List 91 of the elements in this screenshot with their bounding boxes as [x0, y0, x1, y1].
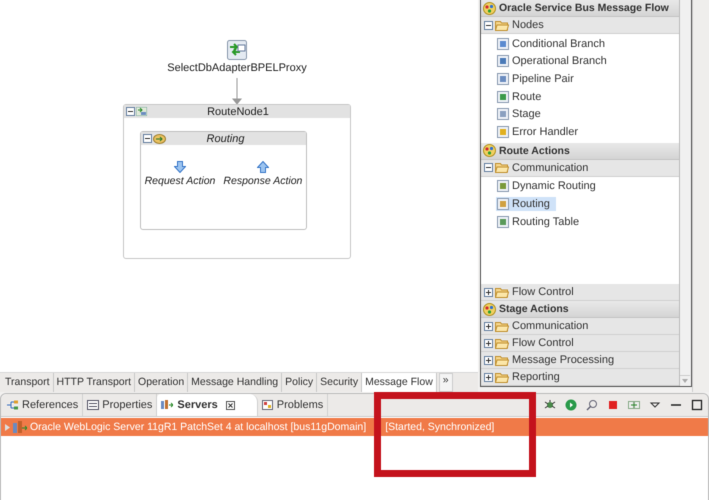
expand-icon — [484, 288, 493, 296]
folder-icon — [495, 338, 509, 348]
palette-folder[interactable]: Flow Control — [481, 335, 679, 352]
close-icon[interactable] — [226, 400, 235, 410]
palette-category[interactable]: Oracle Service Bus Message Flow — [481, 0, 679, 17]
category-label: Route Actions — [499, 144, 570, 157]
category-label: Oracle Service Bus Message Flow — [499, 2, 669, 14]
folder-label: Nodes — [512, 19, 544, 31]
palette-item[interactable]: Operational Branch — [496, 54, 613, 68]
category-label: Stage Actions — [499, 303, 569, 315]
bug-icon[interactable] — [544, 399, 556, 411]
folder-label: Communication — [512, 320, 588, 332]
palette-item[interactable]: Conditional Branch — [496, 36, 611, 51]
component-icon — [497, 55, 509, 68]
palette-category-icon — [483, 302, 496, 316]
folder-icon — [495, 286, 509, 298]
proxy-service-icon — [227, 40, 247, 60]
palette-item[interactable]: Routing — [496, 196, 556, 211]
view-tab[interactable]: Servers — [157, 394, 258, 416]
action-label[interactable]: Response Action — [223, 175, 302, 187]
folder-icon — [495, 372, 509, 382]
palette-folder[interactable]: Reporting — [481, 369, 679, 386]
editor-tab[interactable]: Policy — [282, 373, 318, 392]
palette-item[interactable]: Error Handler — [496, 124, 584, 139]
problems-icon — [262, 400, 274, 410]
component-icon — [497, 126, 509, 138]
expand-icon — [484, 322, 493, 330]
expand-icon — [484, 338, 493, 348]
folder-icon — [495, 162, 509, 174]
folder-label: Reporting — [512, 371, 560, 383]
component-icon — [497, 198, 509, 210]
palette-item[interactable]: Route — [496, 90, 548, 104]
component-icon — [497, 72, 509, 85]
folder-label: Flow Control — [512, 337, 574, 349]
palette-folder[interactable]: Nodes — [481, 17, 679, 34]
palette-folder[interactable]: Communication — [481, 318, 679, 335]
palette-folder[interactable]: Message Processing — [481, 352, 679, 369]
route-node-icon — [136, 107, 147, 116]
collapse-icon[interactable] — [143, 134, 152, 143]
editor-tab[interactable]: Message Flow — [362, 373, 437, 392]
view-tab[interactable]: Problems — [258, 394, 328, 416]
routing-node[interactable]: Routing Request Action Response Action — [140, 131, 307, 230]
server-state: [Started, Synchronized] — [385, 421, 494, 433]
palette-item[interactable]: Stage — [496, 107, 547, 122]
stop-icon[interactable] — [607, 399, 619, 411]
maximize-icon[interactable] — [691, 399, 703, 411]
component-icon — [497, 90, 509, 103]
editor-tab[interactable]: Operation — [135, 373, 188, 392]
down-arrow-icon — [174, 161, 186, 173]
collapse-icon — [484, 20, 493, 30]
up-arrow-icon — [256, 161, 269, 173]
folder-icon — [495, 20, 509, 30]
component-icon — [497, 180, 509, 192]
start-icon[interactable] — [565, 399, 577, 411]
expand-icon — [484, 372, 493, 382]
palette-item[interactable]: Dynamic Routing — [496, 179, 602, 194]
proxy-label: SelectDbAdapterBPELProxy — [166, 62, 308, 74]
expand-icon — [484, 356, 493, 364]
palette-category-icon — [483, 144, 496, 158]
editor-tab[interactable]: HTTP Transport — [54, 373, 136, 392]
palette-item[interactable]: Routing Table — [496, 214, 586, 229]
collapse-icon[interactable] — [126, 107, 135, 116]
servers-icon — [161, 400, 174, 410]
folder-label: Message Processing — [512, 354, 614, 366]
routing-icon — [153, 134, 166, 144]
editor-tab[interactable]: Message Handling — [188, 373, 282, 392]
properties-icon — [87, 400, 100, 410]
component-icon — [497, 108, 509, 120]
scrollbar[interactable] — [679, 0, 691, 386]
folder-icon — [495, 320, 509, 332]
palette-category-icon — [483, 2, 496, 14]
server-icon — [13, 420, 27, 434]
folder-label: Flow Control — [512, 286, 574, 298]
node-title: RouteNode1 — [206, 106, 270, 118]
folder-icon — [495, 354, 509, 366]
collapse-icon — [484, 163, 493, 172]
palette-category[interactable]: Route Actions — [481, 142, 679, 160]
node-title: Routing — [206, 132, 246, 144]
more-tabs-button[interactable]: » — [438, 373, 453, 392]
palette-item[interactable]: Pipeline Pair — [496, 72, 580, 86]
component-icon — [497, 216, 509, 228]
palette-folder[interactable]: Communication — [481, 160, 679, 177]
editor-tab[interactable]: Transport — [2, 373, 54, 392]
action-label[interactable]: Request Action — [144, 175, 216, 187]
palette-category[interactable]: Stage Actions — [481, 301, 679, 318]
component-icon — [497, 38, 509, 50]
palette-folder[interactable]: Flow Control — [481, 284, 679, 301]
view-tab[interactable]: References — [3, 394, 84, 416]
folder-label: Communication — [512, 162, 588, 174]
server-name: Oracle WebLogic Server 11gR1 PatchSet 4 at localhost [bus11gDomain] — [30, 421, 366, 433]
references-icon — [7, 400, 19, 410]
